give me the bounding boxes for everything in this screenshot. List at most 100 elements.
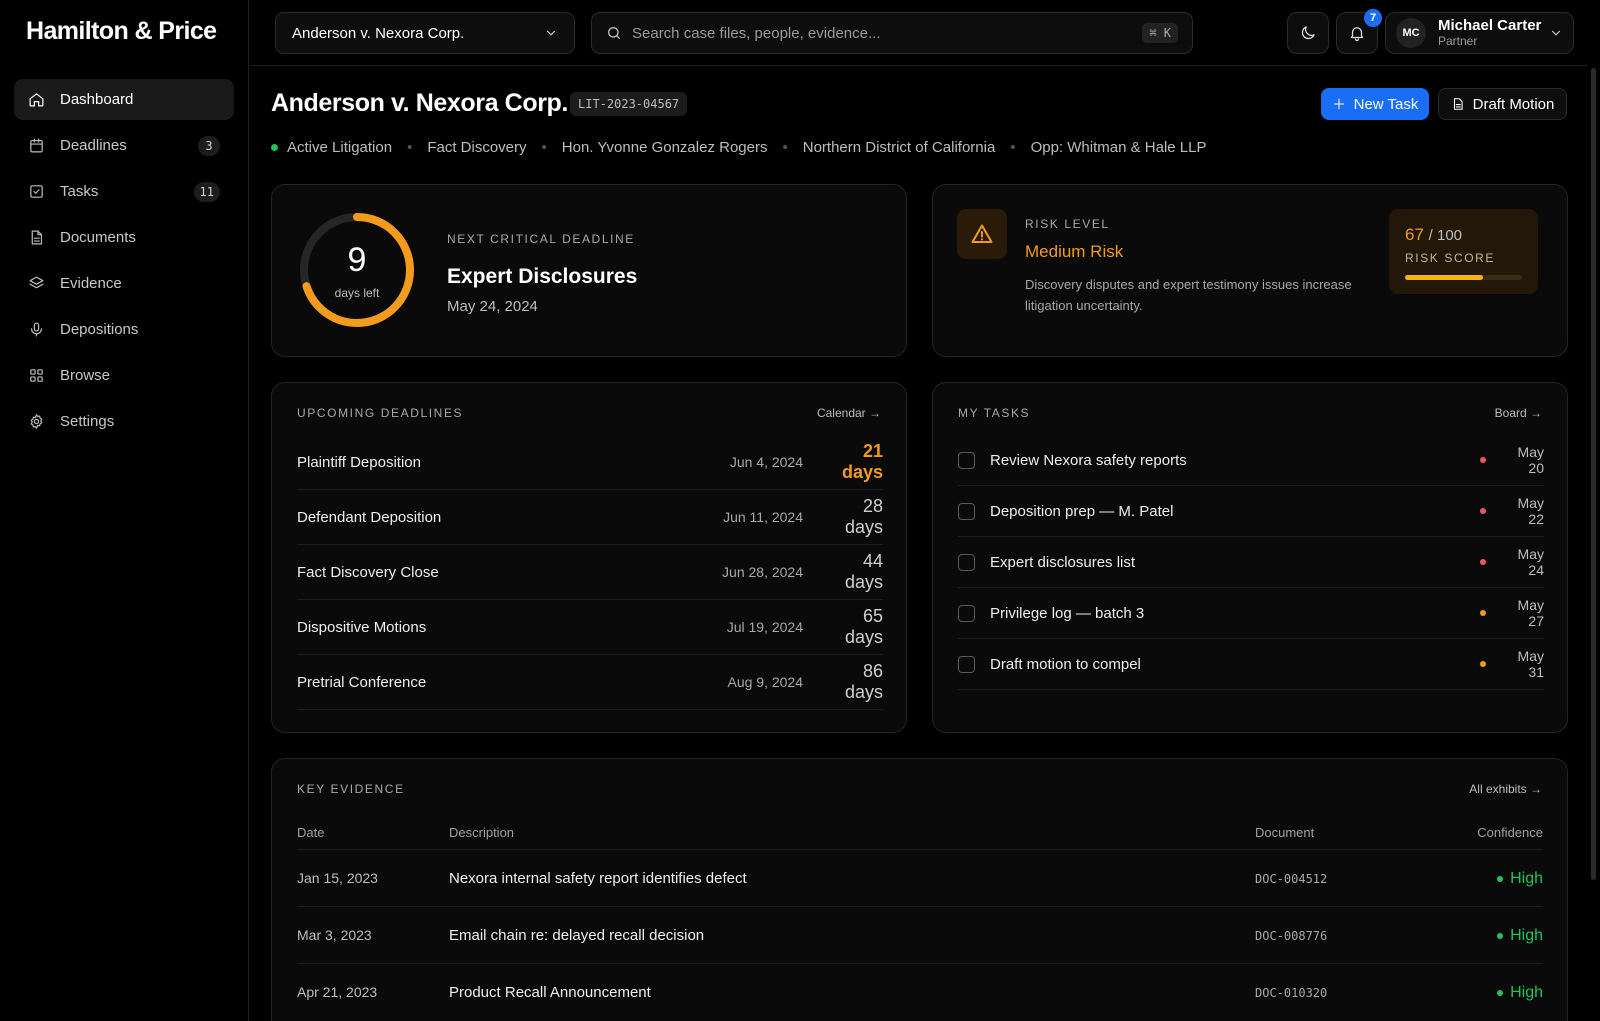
task-title[interactable]: Deposition prep — M. Patel xyxy=(990,503,1480,520)
task-due-date: May 24 xyxy=(1517,546,1544,578)
task-row: Review Nexora safety reports May 20 xyxy=(958,435,1544,486)
task-checkbox[interactable] xyxy=(958,502,975,520)
deadline-row[interactable]: Pretrial Conference Aug 9, 2024 86 days xyxy=(297,655,883,710)
calendar-link[interactable]: Calendar → xyxy=(817,406,881,420)
table-row[interactable]: Jan 15, 2023 Nexora internal safety repo… xyxy=(297,849,1543,906)
column-header-document[interactable]: Document xyxy=(1255,825,1314,840)
board-link[interactable]: Board → xyxy=(1495,406,1542,420)
sidebar-item-tasks[interactable]: Tasks 11 xyxy=(14,171,234,212)
deadline-date: Jun 4, 2024 xyxy=(729,454,803,470)
table-row[interactable]: Mar 3, 2023 Email chain re: delayed reca… xyxy=(297,906,1543,963)
topbar: Anderson v. Nexora Corp. ⌘ K 7 MC Michae… xyxy=(250,0,1588,66)
task-title[interactable]: Review Nexora safety reports xyxy=(990,452,1480,469)
checkbox-icon xyxy=(28,183,45,200)
notification-badge: 7 xyxy=(1364,9,1382,27)
sidebar-item-browse[interactable]: Browse xyxy=(14,355,234,396)
deadline-date: Jul 19, 2024 xyxy=(726,619,803,635)
sidebar-item-label: Browse xyxy=(60,367,111,384)
deadline-date: Jun 11, 2024 xyxy=(723,509,803,525)
sidebar-badge: 3 xyxy=(198,135,220,156)
brand-logo[interactable]: Hamilton & Price xyxy=(26,17,217,46)
table-row[interactable]: Apr 21, 2023 Product Recall Announcement… xyxy=(297,963,1543,1020)
sidebar-item-label: Deadlines xyxy=(60,137,127,154)
task-row: Expert disclosures list May 24 xyxy=(958,537,1544,588)
task-title[interactable]: Expert disclosures list xyxy=(990,554,1480,571)
notifications-button[interactable]: 7 xyxy=(1336,9,1382,54)
evidence-date: Jan 15, 2023 xyxy=(297,870,378,886)
deadline-name: Plaintiff Deposition xyxy=(297,453,421,471)
task-checkbox[interactable] xyxy=(958,655,975,673)
status-dot xyxy=(271,144,278,151)
all-exhibits-link[interactable]: All exhibits → xyxy=(1469,782,1542,796)
layers-icon xyxy=(28,275,45,292)
sidebar-item-label: Documents xyxy=(60,229,136,246)
grid-icon xyxy=(28,367,45,384)
task-due-date: May 27 xyxy=(1517,597,1544,629)
task-due-date: May 20 xyxy=(1517,444,1544,476)
case-judge: Hon. Yvonne Gonzalez Rogers xyxy=(561,139,768,156)
document-icon xyxy=(28,229,45,246)
deadline-countdown: 44 days xyxy=(844,551,883,592)
deadline-countdown: 65 days xyxy=(844,606,883,647)
new-task-button[interactable]: New Task xyxy=(1321,88,1429,120)
risk-score-max: / 100 xyxy=(1428,227,1463,244)
evidence-document-id[interactable]: DOC-010320 xyxy=(1255,986,1327,1000)
task-checkbox[interactable] xyxy=(958,604,975,622)
column-header-confidence[interactable]: Confidence xyxy=(1477,825,1543,840)
new-task-label: New Task xyxy=(1353,95,1419,113)
deadline-row[interactable]: Fact Discovery Close Jun 28, 2024 44 day… xyxy=(297,545,883,600)
evidence-description: Email chain re: delayed recall decision xyxy=(449,927,705,944)
search-icon xyxy=(608,27,620,39)
risk-level-label: RISK LEVEL xyxy=(1025,217,1110,231)
deadline-row[interactable]: Plaintiff Deposition Jun 4, 2024 21 days xyxy=(297,435,883,490)
search-bar: ⌘ K xyxy=(591,12,1193,54)
page-title: Anderson v. Nexora Corp. xyxy=(271,89,568,117)
deadline-date: Aug 9, 2024 xyxy=(727,674,803,690)
column-header-description[interactable]: Description xyxy=(449,825,514,840)
warning-icon xyxy=(957,209,1007,259)
search-input[interactable] xyxy=(632,24,1143,42)
sidebar-item-settings[interactable]: Settings xyxy=(14,401,234,442)
task-title[interactable]: Draft motion to compel xyxy=(990,656,1480,673)
task-due-date: May 22 xyxy=(1517,495,1544,527)
page-scrollbar[interactable] xyxy=(1591,68,1596,880)
sidebar-item-documents[interactable]: Documents xyxy=(14,217,234,258)
draft-motion-label: Draft Motion xyxy=(1472,95,1555,113)
search-shortcut: ⌘ K xyxy=(1142,23,1178,43)
sidebar-item-deadlines[interactable]: Deadlines 3 xyxy=(14,125,234,166)
theme-toggle-button[interactable] xyxy=(1287,12,1329,54)
risk-score-value: 67 xyxy=(1405,225,1424,244)
priority-dot xyxy=(1480,610,1486,616)
deadline-row[interactable]: Defendant Deposition Jun 11, 2024 28 day… xyxy=(297,490,883,545)
column-header-date[interactable]: Date xyxy=(297,825,324,840)
risk-score-fill xyxy=(1405,275,1484,280)
next-deadline-title: Expert Disclosures xyxy=(447,265,638,288)
sidebar-badge: 11 xyxy=(193,181,220,202)
sidebar-item-depositions[interactable]: Depositions xyxy=(14,309,234,350)
evidence-document-id[interactable]: DOC-008776 xyxy=(1255,929,1327,943)
chevron-down-icon xyxy=(546,30,556,36)
sidebar-item-label: Settings xyxy=(60,413,115,430)
draft-motion-button[interactable]: Draft Motion xyxy=(1438,88,1567,120)
sidebar-item-evidence[interactable]: Evidence xyxy=(14,263,234,304)
task-title[interactable]: Privilege log — batch 3 xyxy=(990,605,1480,622)
user-menu[interactable]: MC Michael Carter Partner xyxy=(1385,12,1574,54)
sidebar-item-dashboard[interactable]: Dashboard xyxy=(14,79,234,120)
evidence-document-id[interactable]: DOC-004512 xyxy=(1255,872,1327,886)
task-row: Deposition prep — M. Patel May 22 xyxy=(958,486,1544,537)
evidence-date: Apr 21, 2023 xyxy=(297,984,378,1000)
evidence-description: Product Recall Announcement xyxy=(449,984,651,1001)
task-checkbox[interactable] xyxy=(958,553,975,571)
deadline-row[interactable]: Dispositive Motions Jul 19, 2024 65 days xyxy=(297,600,883,655)
my-tasks-card: MY TASKS Board → Review Nexora safety re… xyxy=(932,382,1568,733)
deadline-date: Jun 28, 2024 xyxy=(722,564,803,580)
confidence-badge: High xyxy=(1497,870,1543,888)
avatar: MC xyxy=(1396,18,1426,48)
case-selector[interactable]: Anderson v. Nexora Corp. xyxy=(275,12,575,54)
task-checkbox[interactable] xyxy=(958,451,975,469)
key-evidence-card: KEY EVIDENCE All exhibits → Date Descrip… xyxy=(271,758,1568,1021)
case-selector-value: Anderson v. Nexora Corp. xyxy=(292,24,465,42)
plus-icon xyxy=(1333,98,1344,110)
task-row: Privilege log — batch 3 May 27 xyxy=(958,588,1544,639)
sidebar-item-label: Dashboard xyxy=(60,91,134,108)
